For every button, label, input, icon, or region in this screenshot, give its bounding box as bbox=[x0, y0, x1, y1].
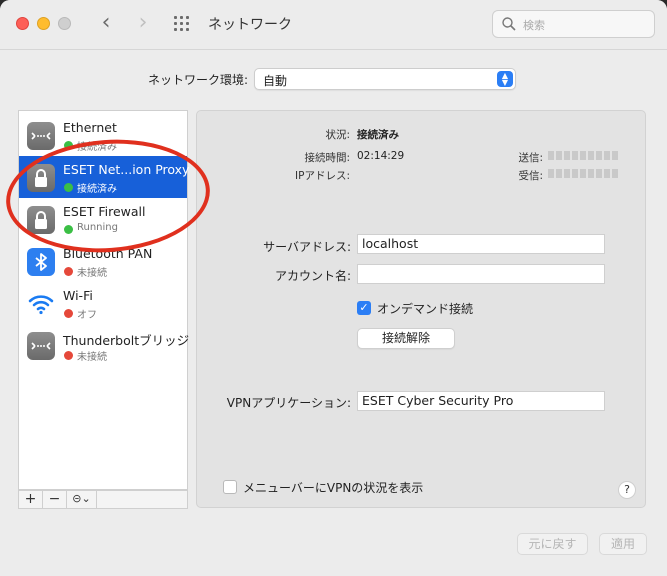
location-select[interactable]: 自動 ▲ ▼ bbox=[254, 68, 516, 90]
status-dot bbox=[64, 225, 73, 234]
account-name-label: アカウント名: bbox=[274, 269, 351, 283]
service-list-toolbar: + − ⊝⌄ bbox=[18, 490, 188, 509]
service-name: Thunderboltブリッジ bbox=[63, 333, 190, 348]
service-status: 接続済み bbox=[77, 142, 117, 153]
zoom-window-button[interactable] bbox=[58, 17, 71, 30]
received-label: 受信: bbox=[518, 170, 543, 182]
window-title: ネットワーク bbox=[208, 17, 292, 33]
service-status: オフ bbox=[77, 310, 97, 321]
remove-service-button[interactable]: − bbox=[43, 491, 67, 508]
status-dot bbox=[64, 351, 73, 360]
received-meter bbox=[548, 169, 618, 178]
apply-button[interactable]: 適用 bbox=[599, 533, 647, 555]
on-demand-label: オンデマンド接続 bbox=[377, 302, 474, 316]
service-item-wifi[interactable]: Wi-Fi オフ bbox=[19, 282, 187, 324]
add-service-button[interactable]: + bbox=[19, 491, 43, 508]
bluetooth-icon bbox=[27, 248, 55, 276]
updown-arrows-icon: ▲ ▼ bbox=[497, 71, 513, 87]
status-label: 状況: bbox=[325, 129, 350, 141]
service-name: ESET Firewall bbox=[63, 204, 146, 219]
show-vpn-status-checkbox[interactable] bbox=[223, 480, 237, 494]
service-name: Wi-Fi bbox=[63, 288, 93, 303]
location-label: ネットワーク環境: bbox=[148, 73, 249, 87]
show-vpn-status-label: メニューバーにVPNの状況を表示 bbox=[243, 481, 424, 495]
ethernet-icon bbox=[27, 122, 55, 150]
vpn-application-field[interactable]: ESET Cyber Security Pro bbox=[357, 391, 605, 411]
status-dot bbox=[64, 141, 73, 150]
search-icon bbox=[502, 17, 516, 31]
back-chevron-icon[interactable]: ‹ bbox=[96, 12, 116, 34]
close-window-button[interactable] bbox=[16, 17, 29, 30]
status-dot bbox=[64, 309, 73, 318]
sent-label: 送信: bbox=[518, 152, 543, 164]
ip-address-label: IPアドレス: bbox=[295, 170, 350, 182]
service-item-bluetooth-pan[interactable]: Bluetooth PAN 未接続 bbox=[19, 240, 187, 282]
thunderbolt-bridge-icon bbox=[27, 332, 55, 360]
service-item-eset-firewall[interactable]: ESET Firewall Running bbox=[19, 198, 187, 240]
service-item-eset-proxy[interactable]: ESET Net...ion Proxy 接続済み bbox=[19, 156, 190, 198]
status-dot bbox=[64, 267, 73, 276]
service-name: Bluetooth PAN bbox=[63, 246, 153, 261]
toolbar: ‹ › ネットワーク 検索 bbox=[0, 0, 667, 50]
wifi-icon bbox=[27, 290, 55, 318]
service-list[interactable]: Ethernet 接続済み ESET Net...ion Proxy 接続済み … bbox=[18, 110, 190, 490]
service-item-thunderbolt-bridge[interactable]: Thunderboltブリッジ 未接続 bbox=[19, 324, 190, 366]
lock-icon bbox=[27, 164, 55, 192]
status-dot bbox=[64, 183, 73, 192]
network-preferences-window: ‹ › ネットワーク 検索 ネットワーク環境: 自動 ▲ ▼ Ethernet 接… bbox=[0, 0, 667, 576]
minimize-window-button[interactable] bbox=[37, 17, 50, 30]
show-all-grid-icon[interactable] bbox=[174, 16, 192, 32]
sent-meter bbox=[548, 151, 618, 160]
server-address-field[interactable]: localhost bbox=[357, 234, 605, 254]
connect-time-label: 接続時間: bbox=[304, 152, 350, 164]
service-status: 接続済み bbox=[77, 184, 117, 195]
forward-chevron-icon[interactable]: › bbox=[133, 12, 153, 34]
service-status: 未接続 bbox=[77, 352, 107, 363]
action-menu-button[interactable]: ⊝⌄ bbox=[67, 491, 97, 508]
account-name-field[interactable] bbox=[357, 264, 605, 284]
service-item-ethernet[interactable]: Ethernet 接続済み bbox=[19, 114, 187, 156]
status-value: 接続済み bbox=[357, 129, 399, 141]
vpn-application-label: VPNアプリケーション: bbox=[226, 396, 351, 410]
revert-button[interactable]: 元に戻す bbox=[517, 533, 588, 555]
help-button[interactable]: ? bbox=[618, 481, 636, 499]
service-name: ESET Net...ion Proxy bbox=[63, 162, 190, 177]
search-placeholder: 検索 bbox=[523, 19, 545, 32]
server-address-label: サーバアドレス: bbox=[263, 240, 351, 254]
service-status: 未接続 bbox=[77, 268, 107, 279]
disconnect-button[interactable]: 接続解除 bbox=[357, 328, 455, 349]
location-value: 自動 bbox=[263, 74, 288, 88]
connect-time-value: 02:14:29 bbox=[357, 150, 405, 162]
on-demand-checkbox[interactable]: ✓ bbox=[357, 301, 371, 315]
service-status: Running bbox=[77, 222, 118, 233]
service-name: Ethernet bbox=[63, 120, 117, 135]
lock-icon bbox=[27, 206, 55, 234]
search-field[interactable]: 検索 bbox=[492, 10, 655, 38]
